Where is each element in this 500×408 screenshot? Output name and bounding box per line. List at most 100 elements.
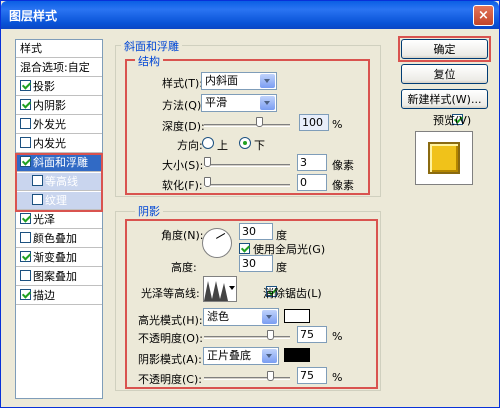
direction-down-radio[interactable] bbox=[239, 137, 251, 149]
style-list-item[interactable]: 混合选项:自定 bbox=[16, 59, 102, 77]
style-list-item[interactable]: 样式 bbox=[16, 40, 102, 58]
chevron-down-icon bbox=[260, 74, 275, 88]
style-list-label: 外发光 bbox=[33, 118, 66, 131]
depth-label: 深度(D): bbox=[162, 120, 205, 133]
window-title: 图层样式 bbox=[9, 9, 58, 23]
soften-slider-thumb[interactable] bbox=[204, 177, 211, 187]
highlight-mode-label: 高光模式(H): bbox=[138, 314, 203, 327]
contour-preview-icon bbox=[204, 281, 228, 301]
global-light-checkbox[interactable] bbox=[239, 243, 250, 254]
highlight-opacity-track[interactable] bbox=[204, 336, 290, 339]
shadow-opacity-thumb[interactable] bbox=[267, 371, 274, 381]
style-checkbox[interactable] bbox=[20, 80, 31, 91]
close-button[interactable]: × bbox=[473, 5, 494, 26]
direction-up-radio[interactable] bbox=[202, 137, 214, 149]
direction-down-label: 下 bbox=[254, 139, 265, 152]
style-list-label: 样式 bbox=[20, 42, 42, 55]
preview-box bbox=[415, 131, 473, 185]
chevron-down-icon bbox=[262, 349, 277, 363]
style-select-value: 内斜面 bbox=[205, 74, 238, 87]
style-checkbox[interactable] bbox=[20, 289, 31, 300]
angle-input[interactable]: 30 bbox=[239, 223, 273, 240]
altitude-unit: 度 bbox=[276, 261, 287, 274]
chevron-down-icon bbox=[229, 286, 235, 290]
method-select[interactable]: 平滑 bbox=[201, 94, 277, 112]
chevron-down-icon bbox=[260, 96, 275, 110]
shadow-mode-label: 阴影模式(A): bbox=[138, 353, 202, 366]
style-checkbox[interactable] bbox=[20, 137, 31, 148]
depth-unit: % bbox=[332, 118, 343, 131]
style-list-label: 投影 bbox=[33, 80, 55, 93]
reset-button[interactable]: 复位 bbox=[401, 64, 488, 84]
style-checkbox[interactable] bbox=[20, 118, 31, 129]
style-list-label: 光泽 bbox=[33, 213, 55, 226]
highlight-color-swatch[interactable] bbox=[284, 309, 310, 323]
style-checkbox[interactable] bbox=[20, 232, 31, 243]
shadow-mode-value: 正片叠底 bbox=[207, 349, 251, 362]
preview-swatch bbox=[428, 142, 460, 174]
shadow-opacity-input[interactable]: 75 bbox=[297, 367, 327, 384]
style-list-label: 图案叠加 bbox=[33, 270, 77, 283]
highlight-mode-select[interactable]: 滤色 bbox=[203, 308, 279, 326]
shadow-mode-select[interactable]: 正片叠底 bbox=[203, 347, 279, 365]
altitude-input[interactable]: 30 bbox=[239, 255, 273, 272]
gloss-contour-label: 光泽等高线: bbox=[141, 287, 200, 300]
soften-slider-track[interactable] bbox=[204, 184, 290, 187]
style-list-label: 内阴影 bbox=[33, 99, 66, 112]
angle-dial[interactable] bbox=[202, 228, 232, 258]
depth-slider-track[interactable] bbox=[204, 124, 290, 127]
chevron-down-icon bbox=[262, 310, 277, 324]
style-list-item[interactable]: 渐变叠加 bbox=[16, 249, 102, 267]
size-unit: 像素 bbox=[332, 159, 354, 172]
shadow-opacity-unit: % bbox=[332, 371, 343, 384]
depth-input[interactable]: 100 bbox=[299, 114, 329, 131]
title-bar: 图层样式 × bbox=[1, 1, 499, 29]
structure-title: 结构 bbox=[135, 53, 163, 69]
direction-label: 方向: bbox=[177, 139, 203, 152]
style-list-item[interactable]: 外发光 bbox=[16, 116, 102, 134]
style-checkbox[interactable] bbox=[20, 251, 31, 262]
highlight-opacity-input[interactable]: 75 bbox=[297, 326, 327, 343]
style-list: 样式 混合选项:自定 投影 内阴影 外发光 内发光 斜面和浮雕 等高线 纹理 光泽 颜色叠加 渐变叠加… bbox=[15, 39, 103, 399]
shading-title: 阴影 bbox=[135, 203, 163, 219]
depth-slider-thumb[interactable] bbox=[256, 117, 263, 127]
size-slider-track[interactable] bbox=[204, 164, 290, 167]
style-checkbox[interactable] bbox=[20, 213, 31, 224]
method-label: 方法(Q): bbox=[162, 99, 205, 112]
highlight-mode-value: 滤色 bbox=[207, 310, 229, 323]
style-checkbox[interactable] bbox=[20, 99, 31, 110]
soften-unit: 像素 bbox=[332, 179, 354, 192]
size-slider-thumb[interactable] bbox=[204, 157, 211, 167]
shadow-opacity-label: 不透明度(C): bbox=[138, 373, 202, 386]
highlight-opacity-unit: % bbox=[332, 330, 343, 343]
style-select[interactable]: 内斜面 bbox=[201, 72, 277, 90]
method-select-value: 平滑 bbox=[205, 96, 227, 109]
new-style-button[interactable]: 新建样式(W)... bbox=[401, 89, 488, 109]
size-input[interactable]: 3 bbox=[297, 154, 327, 171]
style-list-label: 内发光 bbox=[33, 137, 66, 150]
style-list-item[interactable]: 投影 bbox=[16, 78, 102, 96]
anti-alias-label: 消除锯齿(L) bbox=[263, 287, 322, 300]
style-list-item[interactable]: 光泽 bbox=[16, 211, 102, 229]
selected-section-highlight-box bbox=[15, 153, 103, 212]
ok-button[interactable]: 确定 bbox=[401, 39, 488, 59]
soften-label: 软化(F): bbox=[162, 179, 203, 192]
soften-input[interactable]: 0 bbox=[297, 174, 327, 191]
style-label: 样式(T): bbox=[162, 77, 204, 90]
style-list-item[interactable]: 颜色叠加 bbox=[16, 230, 102, 248]
style-list-label: 颜色叠加 bbox=[33, 232, 77, 245]
style-list-item[interactable]: 描边 bbox=[16, 287, 102, 305]
altitude-label: 高度: bbox=[171, 261, 197, 274]
highlight-opacity-label: 不透明度(O): bbox=[138, 332, 203, 345]
angle-label: 角度(N): bbox=[161, 229, 204, 242]
shadow-opacity-track[interactable] bbox=[204, 377, 290, 380]
shadow-color-swatch[interactable] bbox=[284, 348, 310, 362]
style-checkbox[interactable] bbox=[20, 270, 31, 281]
size-label: 大小(S): bbox=[162, 159, 204, 172]
style-list-item[interactable]: 内发光 bbox=[16, 135, 102, 153]
gloss-contour-picker[interactable] bbox=[203, 276, 237, 302]
highlight-opacity-thumb[interactable] bbox=[267, 330, 274, 340]
style-list-label: 描边 bbox=[33, 289, 55, 302]
style-list-item[interactable]: 图案叠加 bbox=[16, 268, 102, 286]
style-list-item[interactable]: 内阴影 bbox=[16, 97, 102, 115]
